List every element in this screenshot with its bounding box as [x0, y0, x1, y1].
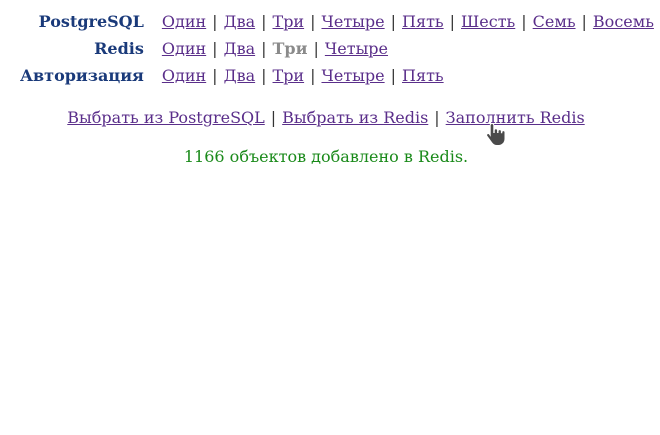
row-links: Один | Два | Три | Четыре | Пять — [162, 62, 654, 89]
separator: | — [434, 108, 440, 127]
separator: | — [212, 66, 218, 85]
nav-body: PostgreSQL Один | Два | Три | Четыре | Пять | Шесть… — [20, 8, 654, 89]
row-label: PostgreSQL — [38, 12, 144, 31]
separator: | — [521, 12, 527, 31]
separator: | — [261, 66, 267, 85]
fill-redis-link[interactable]: Заполнить Redis — [446, 108, 585, 127]
row-links: Один | Два | Три | Четыре — [162, 35, 654, 62]
nav-link[interactable]: Один — [162, 39, 206, 58]
separator: | — [390, 66, 397, 85]
nav-link[interactable]: Пять — [402, 66, 444, 85]
separator: | — [261, 39, 267, 58]
nav-link[interactable]: Три — [273, 66, 305, 85]
row-label: Авторизация — [20, 66, 144, 85]
status-message: 1166 объектов добавлено в Redis. — [183, 147, 469, 166]
separator: | — [212, 12, 218, 31]
separator: | — [581, 12, 587, 31]
nav-link[interactable]: Четыре — [321, 66, 384, 85]
nav-row: PostgreSQL Один | Два | Три | Четыре | Пять | Шесть… — [20, 8, 654, 35]
nav-link[interactable]: Один — [162, 66, 206, 85]
nav-row: Авторизация Один | Два | Три | Четыре | Пять — [20, 62, 654, 89]
nav-link[interactable]: Восемь — [593, 12, 654, 31]
separator: | — [310, 66, 316, 85]
nav-link[interactable]: Семь — [533, 12, 576, 31]
nav-link[interactable]: Шесть — [461, 12, 515, 31]
current-page-label: Три — [272, 39, 308, 58]
row-label: Redis — [94, 39, 144, 58]
separator: | — [270, 108, 277, 127]
nav-link[interactable]: Три — [273, 12, 305, 31]
separator: | — [313, 39, 319, 58]
separator: | — [449, 12, 456, 31]
nav-link[interactable]: Два — [224, 66, 256, 85]
nav-link[interactable]: Два — [224, 39, 256, 58]
separator: | — [261, 12, 267, 31]
nav-link[interactable]: Два — [224, 12, 256, 31]
nav-link[interactable]: Четыре — [325, 39, 388, 58]
action-links: Выбрать из PostgreSQL | Выбрать из Redis | З… — [0, 108, 652, 127]
separator: | — [390, 12, 397, 31]
nav-table: PostgreSQL Один | Два | Три | Четыре | Пять | Шесть… — [20, 8, 654, 89]
nav-link[interactable]: Пять — [402, 12, 444, 31]
nav-link[interactable]: Четыре — [321, 12, 384, 31]
hand-pointer-icon — [486, 122, 506, 146]
row-links: Один | Два | Три | Четыре | Пять | Шесть | Семь | Восе… — [162, 8, 654, 35]
select-from-redis-link[interactable]: Выбрать из Redis — [282, 108, 428, 127]
nav-link[interactable]: Один — [162, 12, 206, 31]
nav-row: Redis Один | Два | Три | Четыре — [20, 35, 654, 62]
select-from-postgresql-link[interactable]: Выбрать из PostgreSQL — [67, 108, 264, 127]
separator: | — [212, 39, 218, 58]
separator: | — [310, 12, 316, 31]
